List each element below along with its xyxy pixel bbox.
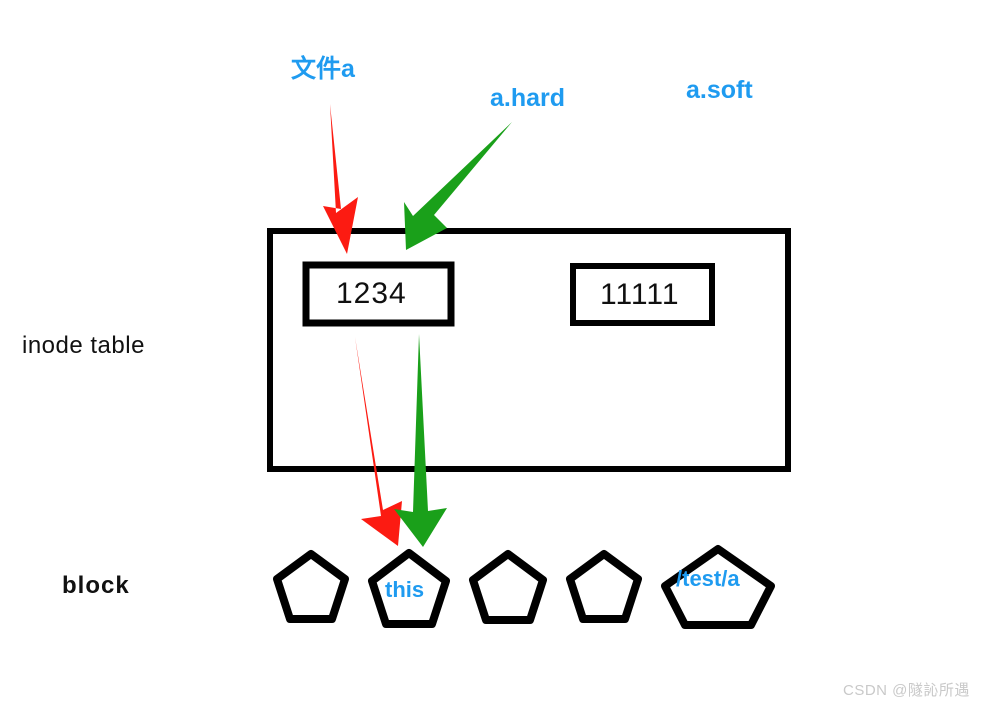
- inode-value-1234: 1234: [336, 277, 407, 310]
- diagram-canvas: 文件a a.hard a.soft inode table block 1234…: [0, 0, 988, 706]
- block-pentagon-3: [469, 550, 547, 624]
- inode-value-11111: 11111: [600, 278, 680, 311]
- csdn-watermark: CSDN @隧訫所遇: [843, 682, 970, 699]
- annotation-a-hard: a.hard: [490, 84, 566, 112]
- arrow-inode-to-block-green: [394, 334, 447, 547]
- row-label-block: block: [62, 572, 130, 599]
- block-label-test-a: /test/a: [676, 566, 740, 591]
- annotation-file-a: 文件a: [291, 55, 355, 83]
- block-pentagon-1: [273, 550, 349, 623]
- block-label-this: this: [385, 577, 425, 602]
- row-label-inode-table: inode table: [22, 332, 145, 359]
- annotation-a-soft: a.soft: [686, 76, 753, 104]
- block-pentagon-4: [566, 550, 642, 623]
- arrow-inode-to-block-red: [355, 337, 402, 546]
